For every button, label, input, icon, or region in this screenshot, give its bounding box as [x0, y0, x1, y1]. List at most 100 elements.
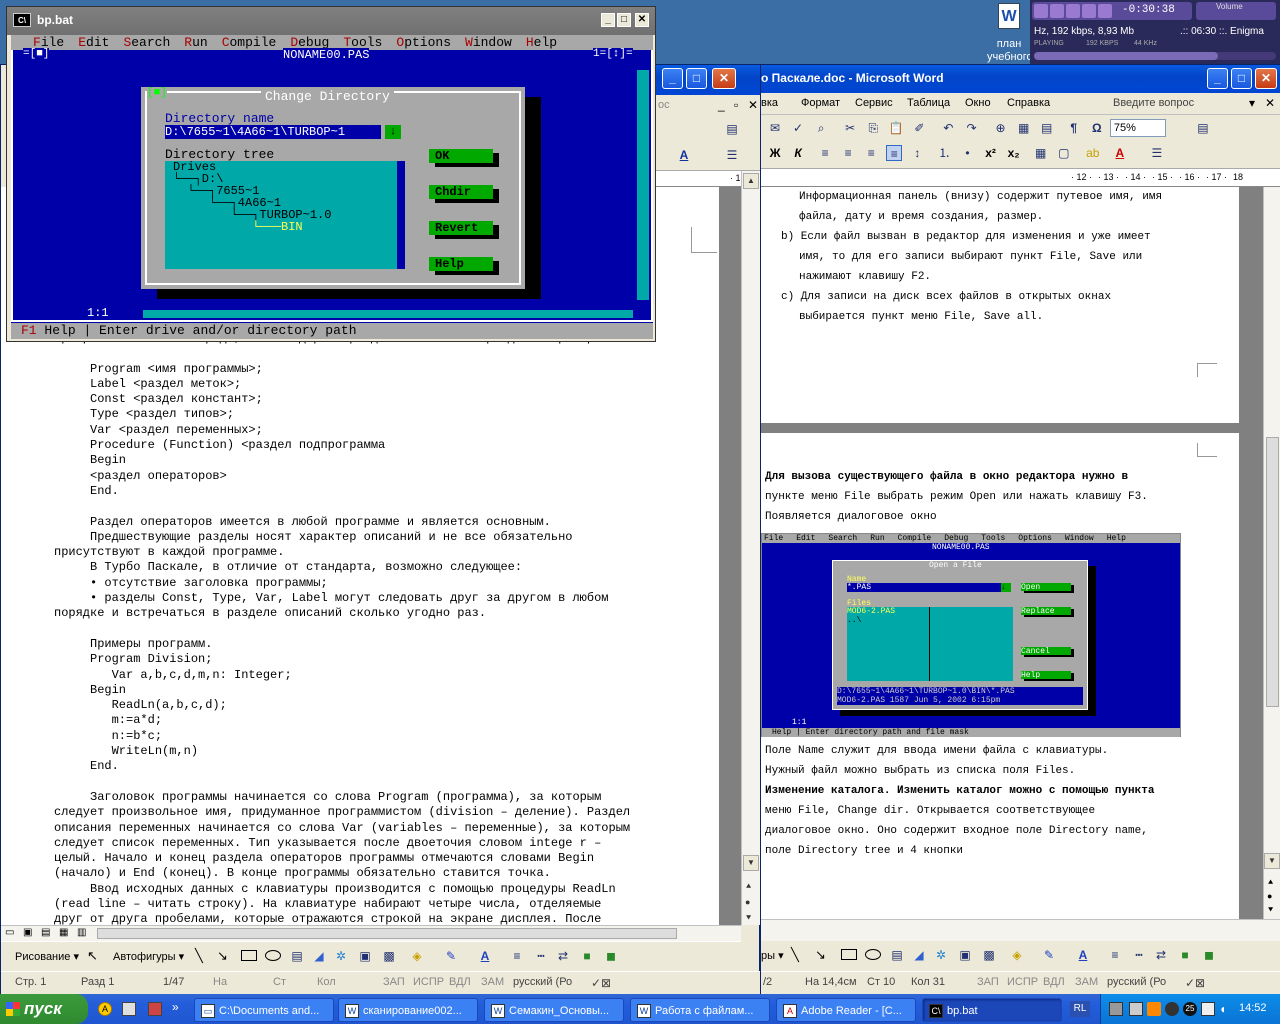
doc-line[interactable]: Поле Name служит для ввода имени файла с…: [765, 741, 1197, 761]
prev-page-icon[interactable]: ⯅: [745, 881, 752, 892]
minimize-button[interactable]: _: [601, 13, 615, 27]
zoom-select[interactable]: 75%: [1109, 119, 1166, 137]
oval-icon[interactable]: [865, 949, 881, 960]
doc-line[interactable]: b) Если файл вызван в редактор для измен…: [765, 227, 1197, 247]
status-ext[interactable]: ВДЛ: [1043, 976, 1065, 988]
autoshapes-menu[interactable]: ры ▾: [761, 949, 784, 962]
tp-menu-edit[interactable]: Edit: [78, 35, 109, 50]
insert-table-icon[interactable]: ▤: [1039, 120, 1055, 136]
ask-dropdown-icon[interactable]: ▾: [1249, 96, 1255, 110]
maximize-button[interactable]: □: [686, 68, 707, 89]
doc-line[interactable]: Program <имя программы>;: [54, 362, 714, 377]
status-trk[interactable]: ИСПР: [413, 976, 444, 988]
border-icon[interactable]: ▢: [1056, 145, 1072, 161]
tp-menu-search[interactable]: Search: [123, 35, 170, 50]
horizontal-scrollbar[interactable]: ▭ ▣ ▤ ▦ ▥: [1, 925, 741, 941]
revert-button[interactable]: Revert: [429, 221, 493, 235]
doc-line[interactable]: Заголовок программы начинается со слова …: [54, 790, 714, 805]
doc-restore[interactable]: ▫: [734, 98, 738, 112]
line-icon[interactable]: ╲: [195, 948, 203, 964]
3d-icon[interactable]: ◼: [1201, 947, 1217, 963]
draw-menu[interactable]: Рисование ▾: [15, 950, 79, 963]
line-color-icon[interactable]: ✎: [443, 948, 459, 964]
doc-line[interactable]: следует произвольное имя, придуманное пр…: [54, 805, 714, 820]
mini-replace-button[interactable]: Replace: [1021, 607, 1071, 616]
ask-question-input[interactable]: Введите вопрос: [1113, 97, 1194, 109]
tray-icon-2[interactable]: [1201, 1002, 1215, 1016]
pause-icon[interactable]: [1050, 4, 1064, 18]
doc-line[interactable]: Для вызова существующего файла в окно ре…: [765, 467, 1197, 487]
history-down-icon[interactable]: ↓: [385, 125, 401, 139]
menu-item[interactable]: Окно: [965, 97, 991, 109]
maximize-button[interactable]: □: [1231, 68, 1252, 89]
paste-icon[interactable]: 📋: [888, 120, 904, 136]
doc-line[interactable]: следует список переменных. Тип указывает…: [54, 836, 714, 851]
stop-icon[interactable]: [1066, 4, 1080, 18]
superscript-icon[interactable]: x²: [983, 145, 999, 161]
doc-line[interactable]: Begin: [54, 453, 714, 468]
doc-line[interactable]: Раздел операторов имеется в любой програ…: [54, 515, 714, 530]
tp-hscroll[interactable]: [143, 310, 633, 318]
tp-menu-run[interactable]: Run: [184, 35, 207, 50]
ruler[interactable]: · 12 · · 13 · · 14 · · 15 · · 16 · · 17 · 18: [761, 169, 1280, 187]
doc-line[interactable]: [54, 499, 714, 514]
mini-help-button[interactable]: Help: [1021, 671, 1071, 680]
research-icon[interactable]: ⌕: [813, 120, 829, 136]
doc-line[interactable]: Var a,b,c,d,m,n: Integer;: [54, 668, 714, 683]
list-icon[interactable]: ☰: [1149, 145, 1165, 161]
doc-line[interactable]: Ввод исходных данных с клавиатуры произв…: [54, 882, 714, 897]
undo-icon[interactable]: ↶: [940, 120, 956, 136]
copy-icon[interactable]: ⎘: [865, 120, 881, 136]
status-ovr[interactable]: ЗАМ: [481, 976, 504, 988]
bold-icon[interactable]: Ж: [767, 145, 783, 161]
player-tray-icon[interactable]: [1147, 1002, 1161, 1016]
status-ext[interactable]: ВДЛ: [449, 976, 471, 988]
word-left-titlebar[interactable]: _ □ ✕: [656, 65, 760, 95]
align-center-icon[interactable]: ≡: [840, 145, 856, 161]
list-icon[interactable]: ☰: [724, 147, 740, 163]
maximize-button[interactable]: □: [617, 13, 631, 27]
close-button[interactable]: ✕: [1255, 68, 1277, 89]
numbering-icon[interactable]: ⒈: [936, 145, 952, 161]
vscroll-thumb[interactable]: [1266, 437, 1279, 707]
doc-line[interactable]: присутствуют в каждой программе.: [54, 545, 714, 560]
horizontal-scrollbar[interactable]: [761, 919, 1280, 941]
hyperlink-icon[interactable]: ⊕: [993, 120, 1009, 136]
vertical-scrollbar[interactable]: ▼ ⯅ ● ⯆: [1263, 187, 1280, 919]
task-bp[interactable]: C\ bp.bat: [922, 998, 1062, 1022]
doc-minimize[interactable]: _: [718, 98, 725, 112]
fill-color-icon[interactable]: ◈: [409, 948, 425, 964]
task-semakin[interactable]: W Семакин_Основы...: [484, 998, 624, 1022]
picture-icon[interactable]: ▩: [981, 947, 997, 963]
doc-line[interactable]: • разделы Const, Type, Var, Label могут …: [54, 591, 714, 606]
directory-tree[interactable]: Drives └──┐D:\ └──┐7655~1 └──┐4A66~1 └──┐…: [165, 161, 397, 269]
menu-item[interactable]: Сервис: [855, 97, 893, 109]
arrow-icon[interactable]: ↘: [815, 947, 826, 963]
cut-icon[interactable]: ✂: [842, 120, 858, 136]
shadow-icon[interactable]: ■: [579, 948, 595, 964]
line-icon[interactable]: ╲: [791, 947, 799, 963]
doc-line[interactable]: диалоговое окно. Оно содержит входное по…: [765, 821, 1197, 841]
subscript-icon[interactable]: x₂: [1006, 145, 1022, 161]
justify-icon[interactable]: ≡: [886, 145, 903, 161]
doc-line[interactable]: имя, то для его записи выбирают пункт Fi…: [765, 247, 1197, 267]
format-icon[interactable]: ▤: [1195, 120, 1211, 136]
spell-icon[interactable]: ✓: [790, 120, 806, 136]
status-rec[interactable]: ЗАП: [383, 976, 405, 988]
email-icon[interactable]: ✉: [767, 120, 783, 136]
prev-icon[interactable]: [1082, 4, 1096, 18]
scroll-up-icon[interactable]: ▲: [743, 173, 759, 189]
tree-scrollbar[interactable]: [397, 161, 405, 269]
doc-line[interactable]: c) Для записи на диск всех файлов в откр…: [765, 287, 1197, 307]
align-left-icon[interactable]: ≡: [817, 145, 833, 161]
document-text[interactable]: программы. В свою очередь, блок содержит…: [54, 331, 714, 928]
desktop-icon-plan[interactable]: W план учебного: [987, 0, 1033, 64]
pilcrow-icon[interactable]: ¶: [1066, 120, 1082, 136]
antivirus-icon[interactable]: [1165, 1002, 1179, 1016]
doc-line[interactable]: Begin: [54, 683, 714, 698]
show-desktop-icon[interactable]: [122, 1002, 136, 1016]
fill-color-icon[interactable]: ◈: [1009, 947, 1025, 963]
doc-line[interactable]: Label <раздел меток>;: [54, 377, 714, 392]
tray-icon[interactable]: [1129, 1002, 1143, 1016]
normal-view-icon[interactable]: ▭: [5, 927, 14, 938]
